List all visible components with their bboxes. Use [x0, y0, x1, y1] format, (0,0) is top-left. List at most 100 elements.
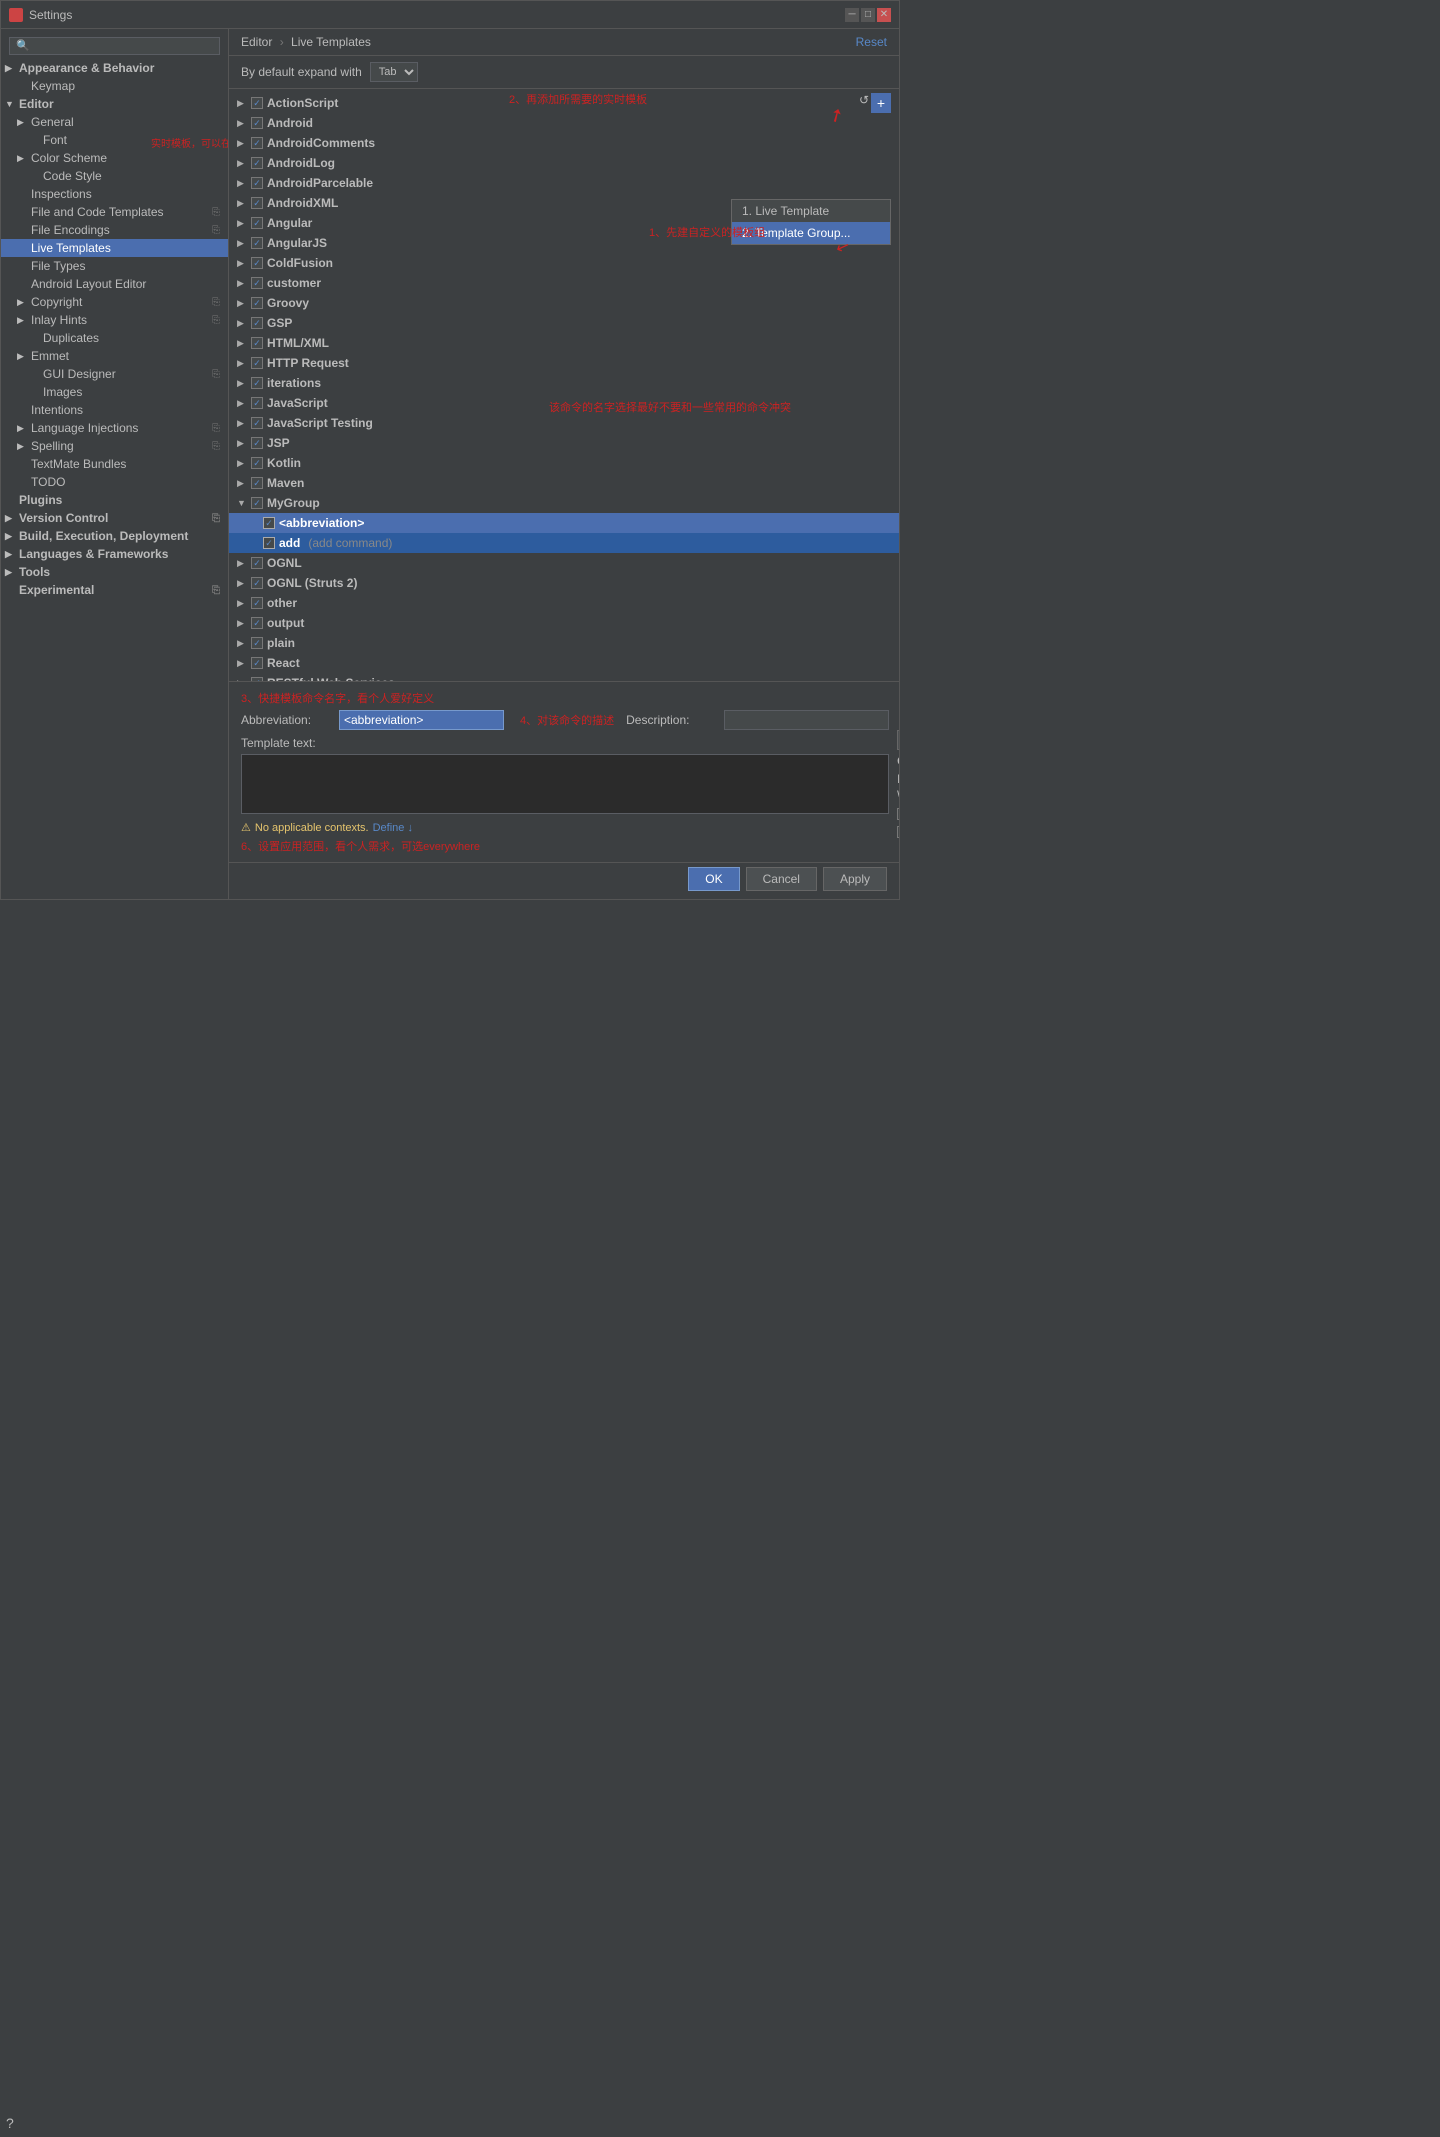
sidebar-item-build-execution[interactable]: ▶ Build, Execution, Deployment: [1, 527, 228, 545]
tree-item-mygroup[interactable]: ▼ ✓ MyGroup: [229, 493, 899, 513]
help-button[interactable]: ?: [6, 2115, 14, 2131]
shorten-checkbox[interactable]: ✓: [897, 826, 899, 838]
description-input[interactable]: [724, 710, 889, 730]
tree-checkbox[interactable]: ✓: [251, 117, 263, 129]
tree-item-androidcomments[interactable]: ▶ ✓ AndroidComments: [229, 133, 899, 153]
template-textarea[interactable]: [241, 754, 889, 814]
sidebar-item-textmate[interactable]: TextMate Bundles: [1, 455, 228, 473]
undo-button[interactable]: ↺: [859, 93, 869, 107]
sidebar-item-code-style[interactable]: Code Style: [1, 167, 228, 185]
tree-item-javascripttesting[interactable]: ▶ ✓ JavaScript Testing: [229, 413, 899, 433]
tree-checkbox[interactable]: ✓: [251, 657, 263, 669]
add-template-button[interactable]: +: [871, 93, 891, 113]
tree-item-coldfusion[interactable]: ▶ ✓ ColdFusion: [229, 253, 899, 273]
tree-checkbox[interactable]: ✓: [251, 97, 263, 109]
search-input[interactable]: [9, 37, 220, 55]
sidebar-item-appearance[interactable]: ▶ Appearance & Behavior: [1, 59, 228, 77]
tree-item-kotlin[interactable]: ▶ ✓ Kotlin: [229, 453, 899, 473]
tree-item-react[interactable]: ▶ ✓ React: [229, 653, 899, 673]
sidebar-item-inlay-hints[interactable]: ▶ Inlay Hints ⎘: [1, 311, 228, 329]
tree-item-actionscript[interactable]: ▶ ✓ ActionScript: [229, 93, 899, 113]
expand-select[interactable]: Tab: [370, 62, 418, 82]
tree-item-androidparcelable[interactable]: ▶ ✓ AndroidParcelable: [229, 173, 899, 193]
tree-item-other[interactable]: ▶ ✓ other: [229, 593, 899, 613]
sidebar-item-emmet[interactable]: ▶ Emmet: [1, 347, 228, 365]
tree-item-abbreviation[interactable]: ✓ <abbreviation>: [229, 513, 899, 533]
tree-checkbox[interactable]: ✓: [251, 177, 263, 189]
sidebar-item-copyright[interactable]: ▶ Copyright ⎘: [1, 293, 228, 311]
sidebar-item-file-types[interactable]: File Types: [1, 257, 228, 275]
tree-item-ognl[interactable]: ▶ ✓ OGNL: [229, 553, 899, 573]
sidebar-item-gui-designer[interactable]: GUI Designer ⎘: [1, 365, 228, 383]
tree-checkbox[interactable]: ✓: [251, 337, 263, 349]
tree-checkbox[interactable]: ✓: [251, 637, 263, 649]
tree-item-customer[interactable]: ▶ ✓ customer: [229, 273, 899, 293]
sidebar-item-keymap[interactable]: Keymap: [1, 77, 228, 95]
tree-checkbox[interactable]: ✓: [251, 577, 263, 589]
tree-checkbox[interactable]: ✓: [251, 617, 263, 629]
sidebar-item-general[interactable]: ▶ General: [1, 113, 228, 131]
minimize-button[interactable]: ─: [845, 8, 859, 22]
tree-item-restful[interactable]: ▶ ✓ RESTful Web Services: [229, 673, 899, 681]
context-menu-live-template[interactable]: 1. Live Template: [732, 200, 890, 222]
sidebar-item-live-templates[interactable]: Live Templates: [1, 239, 228, 257]
sidebar-item-plugins[interactable]: Plugins: [1, 491, 228, 509]
tree-item-iterations[interactable]: ▶ ✓ iterations: [229, 373, 899, 393]
tree-checkbox[interactable]: ✓: [251, 137, 263, 149]
tree-checkbox[interactable]: ✓: [251, 237, 263, 249]
sidebar-item-spelling[interactable]: ▶ Spelling ⎘: [1, 437, 228, 455]
context-menu-template-group[interactable]: 2. Template Group...: [732, 222, 890, 244]
tree-checkbox[interactable]: ✓: [263, 517, 275, 529]
define-link[interactable]: Define ↓: [373, 822, 413, 834]
tree-item-add[interactable]: ✓ add (add command): [229, 533, 899, 553]
tree-item-httprequest[interactable]: ▶ ✓ HTTP Request: [229, 353, 899, 373]
cancel-button[interactable]: Cancel: [746, 867, 817, 891]
apply-button[interactable]: Apply: [823, 867, 887, 891]
sidebar-item-language-injections[interactable]: ▶ Language Injections ⎘: [1, 419, 228, 437]
tree-item-plain[interactable]: ▶ ✓ plain: [229, 633, 899, 653]
tree-checkbox[interactable]: ✓: [251, 217, 263, 229]
tree-checkbox[interactable]: ✓: [251, 277, 263, 289]
abbreviation-input[interactable]: [339, 710, 504, 730]
sidebar-item-tools[interactable]: ▶ Tools: [1, 563, 228, 581]
edit-variables-button[interactable]: Edit variables: [897, 730, 899, 750]
tree-checkbox[interactable]: ✓: [251, 257, 263, 269]
tree-checkbox[interactable]: ✓: [251, 677, 263, 681]
sidebar-item-inspections[interactable]: Inspections: [1, 185, 228, 203]
tree-item-gsp[interactable]: ▶ ✓ GSP: [229, 313, 899, 333]
tree-checkbox[interactable]: ✓: [251, 497, 263, 509]
tree-checkbox[interactable]: ✓: [251, 477, 263, 489]
tree-item-javascript[interactable]: ▶ ✓ JavaScript: [229, 393, 899, 413]
sidebar-item-images[interactable]: Images: [1, 383, 228, 401]
maximize-button[interactable]: □: [861, 8, 875, 22]
tree-checkbox[interactable]: ✓: [251, 437, 263, 449]
tree-checkbox[interactable]: ✓: [251, 417, 263, 429]
tree-checkbox[interactable]: ✓: [251, 297, 263, 309]
tree-checkbox[interactable]: ✓: [251, 377, 263, 389]
sidebar-item-android-layout[interactable]: Android Layout Editor: [1, 275, 228, 293]
sidebar-item-file-encodings[interactable]: File Encodings ⎘: [1, 221, 228, 239]
sidebar-item-intentions[interactable]: Intentions: [1, 401, 228, 419]
tree-checkbox[interactable]: ✓: [251, 157, 263, 169]
tree-item-output[interactable]: ▶ ✓ output: [229, 613, 899, 633]
tree-checkbox[interactable]: ✓: [251, 197, 263, 209]
sidebar-item-todo[interactable]: TODO: [1, 473, 228, 491]
tree-item-htmlxml[interactable]: ▶ ✓ HTML/XML: [229, 333, 899, 353]
tree-checkbox[interactable]: ✓: [263, 537, 275, 549]
tree-checkbox[interactable]: ✓: [251, 357, 263, 369]
sidebar-item-duplicates[interactable]: Duplicates: [1, 329, 228, 347]
close-button[interactable]: ✕: [877, 8, 891, 22]
tree-checkbox[interactable]: ✓: [251, 397, 263, 409]
sidebar-item-version-control[interactable]: ▶ Version Control ⎘: [1, 509, 228, 527]
tree-item-ognlstruts[interactable]: ▶ ✓ OGNL (Struts 2): [229, 573, 899, 593]
tree-checkbox[interactable]: ✓: [251, 317, 263, 329]
tree-checkbox[interactable]: ✓: [251, 557, 263, 569]
ok-button[interactable]: OK: [688, 867, 739, 891]
sidebar-item-color-scheme[interactable]: ▶ Color Scheme 实时模板，可以在输入代码时联想和完成: [1, 149, 228, 167]
tree-checkbox[interactable]: ✓: [251, 457, 263, 469]
sidebar-item-editor[interactable]: ▼ Editor: [1, 95, 228, 113]
tree-item-jsp[interactable]: ▶ ✓ JSP: [229, 433, 899, 453]
tree-item-maven[interactable]: ▶ ✓ Maven: [229, 473, 899, 493]
tree-item-android[interactable]: ▶ ✓ Android: [229, 113, 899, 133]
sidebar-item-file-code-templates[interactable]: File and Code Templates ⎘: [1, 203, 228, 221]
